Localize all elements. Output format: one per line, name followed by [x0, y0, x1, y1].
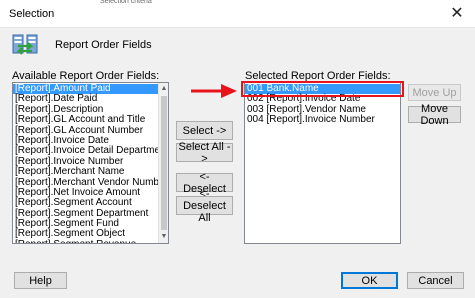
ok-button[interactable]: OK: [341, 272, 398, 289]
close-icon[interactable]: ✕: [448, 5, 466, 23]
available-fields-label: Available Report Order Fields:: [12, 70, 160, 82]
highlight-box-annotation: [241, 81, 404, 97]
cancel-button[interactable]: Cancel: [407, 272, 464, 289]
list-item[interactable]: [Report].Merchant Name: [13, 166, 158, 177]
move-up-button[interactable]: Move Up: [408, 84, 461, 101]
list-item[interactable]: [Report].Segment Revenue: [13, 239, 158, 243]
help-button[interactable]: Help: [14, 272, 67, 289]
available-scrollbar[interactable]: ▲ ▼: [158, 83, 168, 243]
scroll-up-icon[interactable]: ▲: [159, 83, 168, 95]
red-arrow-annotation: [191, 83, 239, 99]
move-down-button[interactable]: Move Down: [408, 103, 461, 127]
report-order-icon: [12, 33, 38, 57]
scroll-down-icon[interactable]: ▼: [159, 231, 168, 243]
header-title: Report Order Fields: [55, 39, 152, 51]
list-item[interactable]: 004 [Report].Invoice Number: [245, 114, 400, 125]
list-item[interactable]: [Report].GL Account and Title: [13, 114, 158, 125]
window-title: Selection: [9, 8, 55, 20]
select-button[interactable]: Select ->: [176, 121, 233, 140]
select-all-button[interactable]: Select All ->: [176, 141, 233, 165]
selected-fields-listbox[interactable]: 001 Bank.Name 002 [Report].Invoice Date 00…: [244, 82, 401, 244]
scrollbar-thumb[interactable]: [161, 96, 167, 230]
deselect-all-button[interactable]: <- Deselect All: [176, 188, 233, 224]
title-bar: [0, 0, 475, 28]
available-fields-listbox[interactable]: [Report].Amount Paid [Report].Date Paid [R…: [12, 82, 169, 244]
background-window-sliver: Selection criteria: [100, 0, 210, 3]
